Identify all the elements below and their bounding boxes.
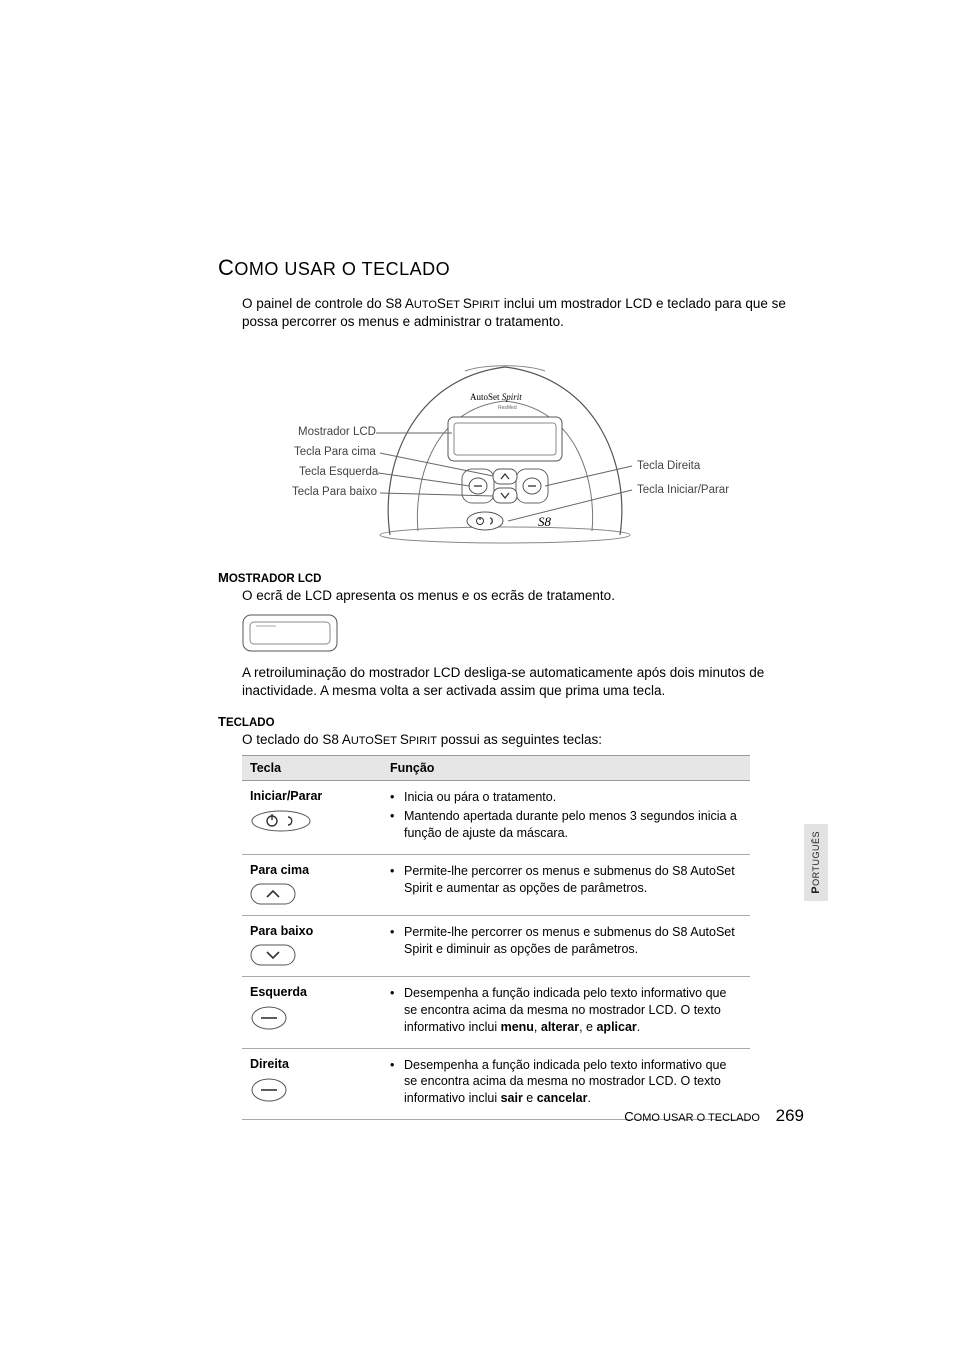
key-name: Esquerda [250,985,307,999]
down-key-icon [250,944,296,966]
leader-lines [220,349,803,564]
page-heading: COMO USAR O TECLADO [218,255,803,281]
heading-cap: C [218,255,234,280]
key-name: Iniciar/Parar [250,789,322,803]
th-func: Função [382,756,750,781]
up-key-icon [250,883,296,905]
key-name: Para baixo [250,924,313,938]
page-footer: COMO USAR O TECLADO 269 [624,1106,804,1126]
section-lcd-p2: A retroiluminação do mostrador LCD desli… [242,664,803,700]
section-keyboard-p1: O teclado do S8 AUTOSET SPIRIT possui as… [242,731,803,749]
key-name: Direita [250,1057,289,1071]
device-diagram: AutoSet Spirit ResMed S8 Mostrado [220,349,803,564]
func-item: Desempenha a função indicada pelo texto … [390,1057,742,1108]
start-stop-key-icon [250,809,312,833]
keys-table: Tecla Função Iniciar/Parar Inicia [242,755,750,1120]
key-name: Para cima [250,863,309,877]
func-item: Permite-lhe percorrer os menus e submenu… [390,924,742,958]
language-tab: PORTUGUÊS [804,824,828,901]
right-key-icon [250,1077,288,1103]
func-item: Inicia ou pára o tratamento. [390,789,742,806]
lcd-mini-icon [242,614,338,652]
section-keyboard-heading: TECLADO [218,714,803,729]
table-row: Para baixo Permite-lhe percorrer os menu… [242,915,750,976]
th-key: Tecla [242,756,382,781]
page-number: 269 [776,1106,804,1125]
section-lcd-p1: O ecrã de LCD apresenta os menus e os ec… [242,587,803,605]
func-item: Permite-lhe percorrer os menus e submenu… [390,863,742,897]
func-item: Mantendo apertada durante pelo menos 3 s… [390,808,742,842]
section-lcd-heading: MOSTRADOR LCD [218,570,803,585]
table-row: Para cima Permite-lhe percorrer os menus… [242,854,750,915]
table-row: Esquerda Desempenha a função indicada pe… [242,976,750,1048]
heading-rest: OMO USAR O TECLADO [234,259,450,279]
table-row: Iniciar/Parar Inicia ou pára o tratament… [242,781,750,855]
left-key-icon [250,1005,288,1031]
intro-paragraph: O painel de controle do S8 AUTOSET SPIRI… [242,295,803,331]
func-item: Desempenha a função indicada pelo texto … [390,985,742,1036]
